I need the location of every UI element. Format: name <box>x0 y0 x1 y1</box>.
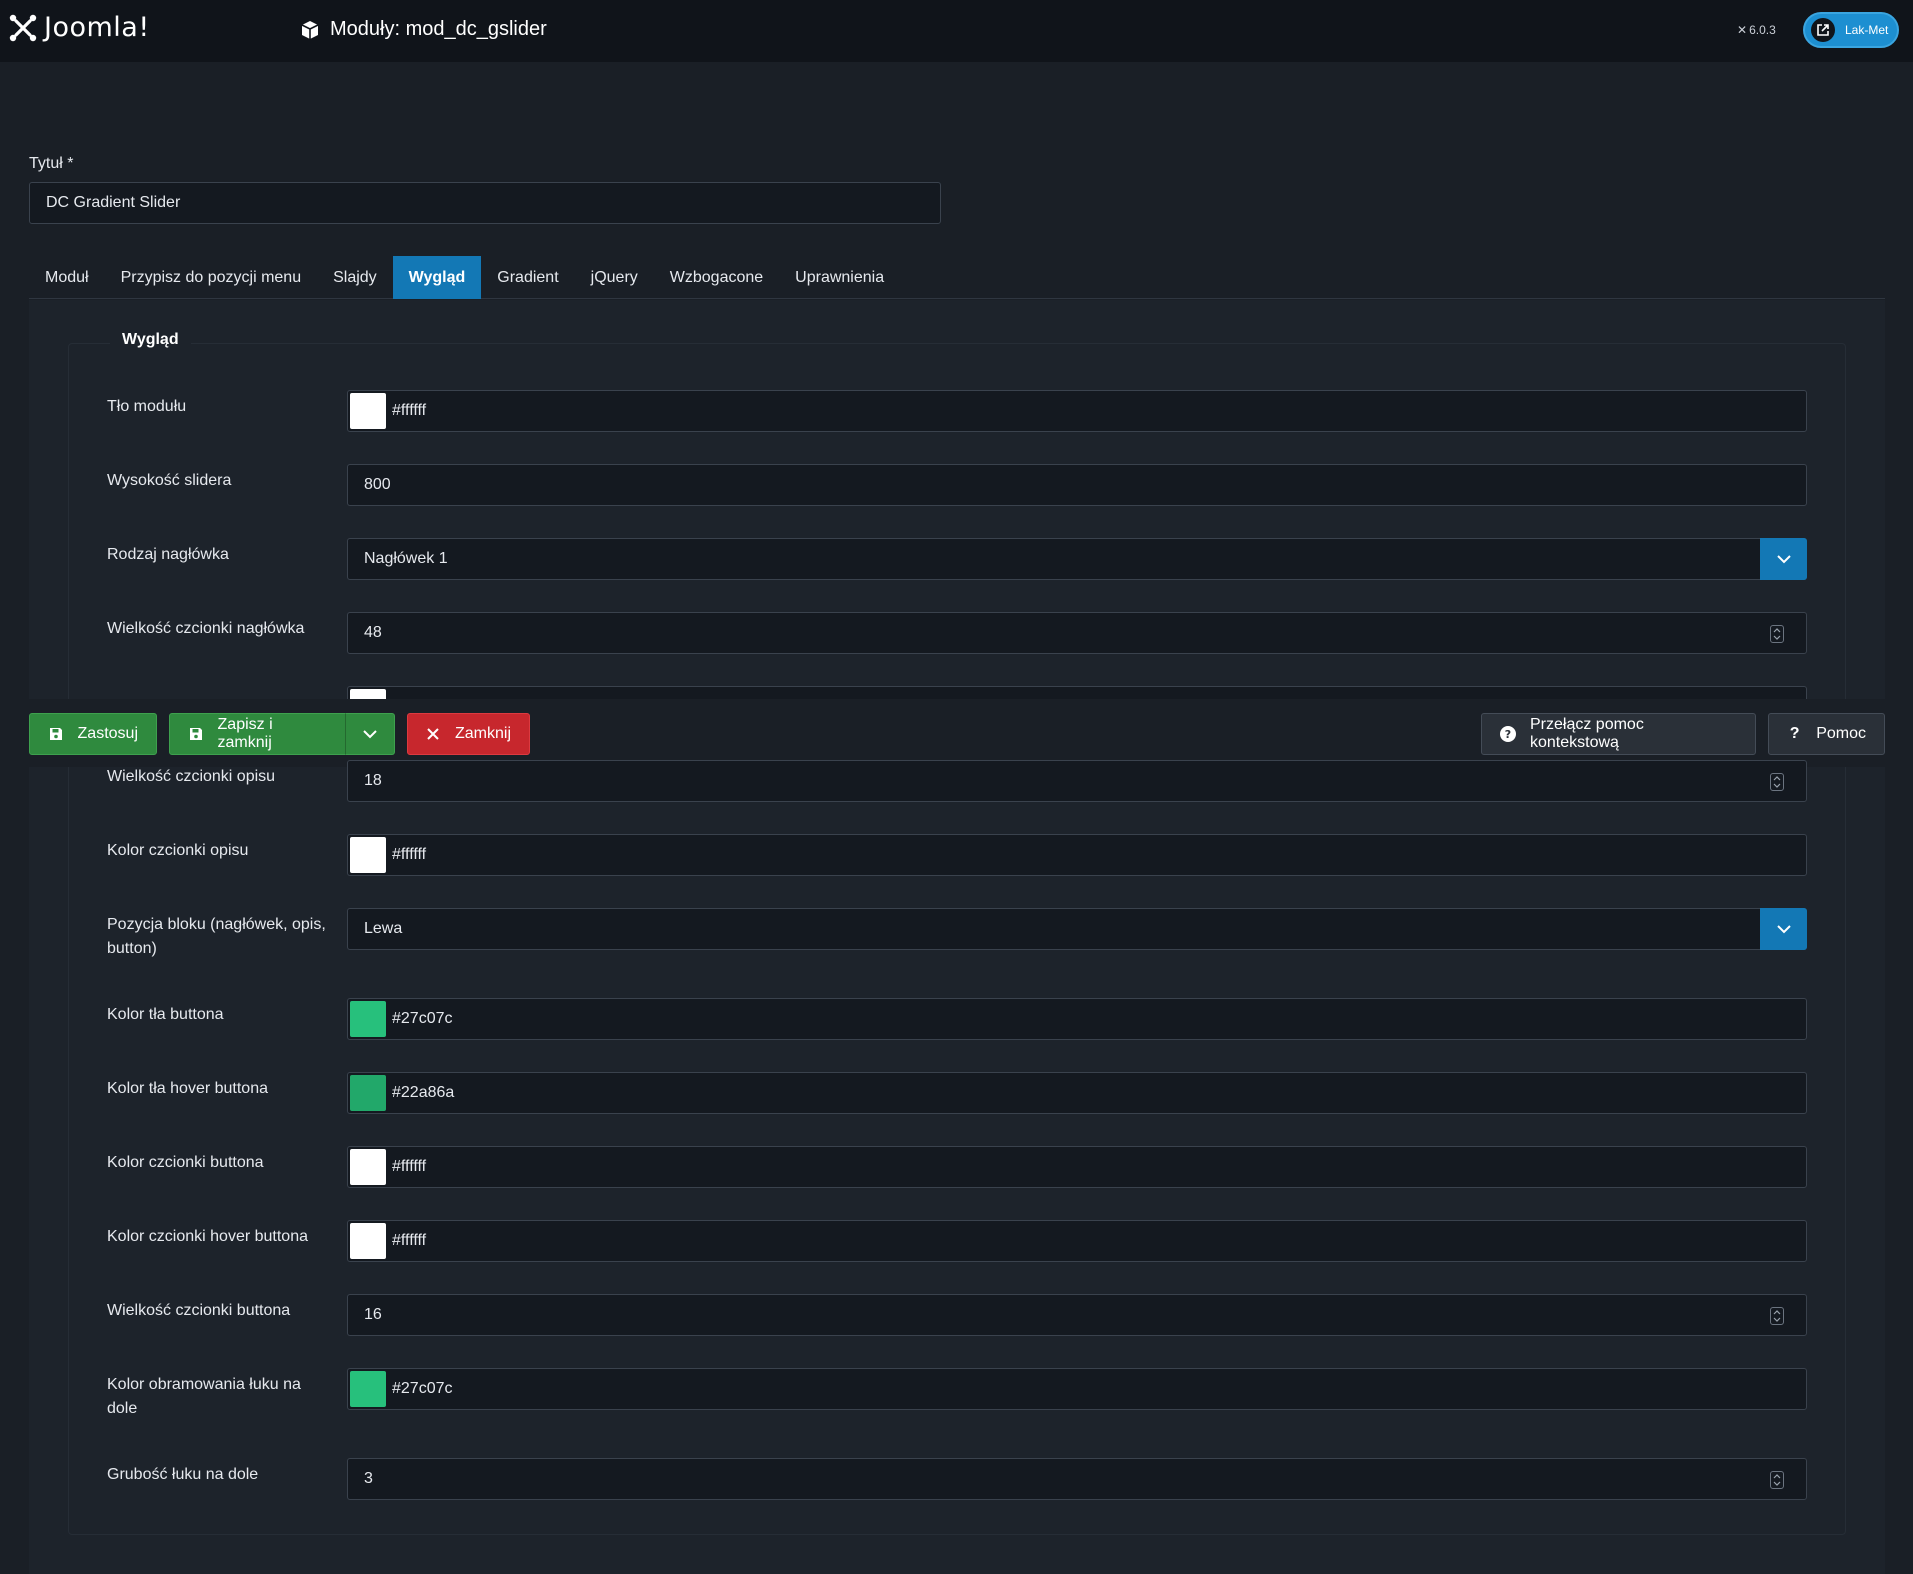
bottom-arc-thickness-input[interactable]: 3 <box>347 1458 1807 1500</box>
button-hover-font-color-field[interactable]: #ffffff <box>347 1220 1807 1262</box>
chevron-down-icon[interactable] <box>1760 908 1807 950</box>
button-background-color-field[interactable]: #27c07c <box>347 998 1807 1040</box>
color-swatch[interactable] <box>350 1075 386 1111</box>
number-spinner-icon[interactable] <box>1770 773 1784 791</box>
slider-height-input[interactable]: 800 <box>347 464 1807 506</box>
title-label: Tytuł * <box>29 155 74 172</box>
close-icon <box>426 726 441 742</box>
color-swatch[interactable] <box>350 1001 386 1037</box>
tab-appearance[interactable]: Wygląd <box>392 256 482 299</box>
tab-module[interactable]: Moduł <box>29 256 105 299</box>
view-site-button[interactable]: Lak-Met <box>1803 12 1899 48</box>
description-font-color-field[interactable]: #ffffff <box>347 834 1807 876</box>
field-label: Grubość łuku na dole <box>107 1466 259 1483</box>
chevron-down-icon <box>363 730 377 739</box>
tab-gradient[interactable]: Gradient <box>481 256 574 299</box>
chevron-down-icon[interactable] <box>1760 538 1807 580</box>
apply-button[interactable]: Zastosuj <box>29 713 157 755</box>
save-and-close-button[interactable]: Zapisz i zamknij <box>169 713 347 755</box>
tab-bar: Moduł Przypisz do pozycji menu Slajdy Wy… <box>29 256 1885 299</box>
number-spinner-icon[interactable] <box>1770 1471 1784 1489</box>
top-header: Joomla! Moduły: mod_dc_gslider ✕ 6.0.3 L… <box>0 0 1913 62</box>
field-label: Wysokość slidera <box>107 472 232 489</box>
site-name: Lak-Met <box>1845 23 1889 37</box>
field-label: Kolor tła buttona <box>107 1006 224 1023</box>
field-label: Kolor czcionki buttona <box>107 1154 264 1171</box>
save-icon <box>188 726 204 742</box>
number-spinner-icon[interactable] <box>1770 1307 1784 1325</box>
field-label: Kolor tła hover buttona <box>107 1080 268 1097</box>
tab-enhanced[interactable]: Wzbogacone <box>654 256 779 299</box>
toggle-contextual-help-button[interactable]: ? Przełącz pomoc kontekstową <box>1481 713 1756 755</box>
field-label: Wielkość czcionki buttona <box>107 1302 291 1319</box>
color-swatch[interactable] <box>350 1149 386 1185</box>
save-options-dropdown[interactable] <box>345 713 395 755</box>
field-label: Tło modułu <box>107 398 187 415</box>
button-font-color-field[interactable]: #ffffff <box>347 1146 1807 1188</box>
number-spinner-icon[interactable] <box>1770 625 1784 643</box>
button-hover-background-color-field[interactable]: #22a86a <box>347 1072 1807 1114</box>
joomla-mini-icon: ✕ <box>1737 23 1748 37</box>
description-font-size-input[interactable]: 18 <box>347 760 1807 802</box>
module-background-color-field[interactable]: #ffffff <box>347 390 1807 432</box>
page-title: Moduły: mod_dc_gslider <box>300 18 547 41</box>
field-label: Rodzaj nagłówka <box>107 546 229 563</box>
page-title-text: Moduły: mod_dc_gslider <box>330 18 547 40</box>
fieldset-legend: Wygląd <box>110 331 191 349</box>
field-label: Wielkość czcionki nagłówka <box>107 620 305 637</box>
heading-font-size-input[interactable]: 48 <box>347 612 1807 654</box>
cube-icon <box>301 20 319 39</box>
heading-type-select[interactable]: Nagłówek 1 <box>347 538 1807 580</box>
question-circle-icon: ? <box>1500 726 1516 742</box>
brand-name: Joomla! <box>44 12 150 43</box>
tab-jquery[interactable]: jQuery <box>575 256 654 299</box>
help-button[interactable]: ? Pomoc <box>1768 713 1885 755</box>
color-swatch[interactable] <box>350 837 386 873</box>
joomla-logo-icon <box>9 14 37 41</box>
version-label: ✕ 6.0.3 <box>1737 23 1776 37</box>
field-label: Kolor czcionki opisu <box>107 842 249 859</box>
tab-permissions[interactable]: Uprawnienia <box>779 256 900 299</box>
field-label: Kolor obramowania łuku na dole <box>107 1376 301 1417</box>
color-swatch[interactable] <box>350 393 386 429</box>
svg-text:?: ? <box>1505 728 1511 741</box>
tab-menu-assignment[interactable]: Przypisz do pozycji menu <box>105 256 318 299</box>
field-label: Pozycja bloku (nagłówek, opis, button) <box>107 916 326 957</box>
field-label: Wielkość czcionki opisu <box>107 768 276 785</box>
tab-slides[interactable]: Slajdy <box>317 256 393 299</box>
joomla-logo[interactable]: Joomla! <box>8 12 150 43</box>
button-font-size-input[interactable]: 16 <box>347 1294 1807 1336</box>
bottom-arc-border-color-field[interactable]: #27c07c <box>347 1368 1807 1410</box>
color-swatch[interactable] <box>350 1371 386 1407</box>
color-swatch[interactable] <box>350 1223 386 1259</box>
block-position-select[interactable]: Lewa <box>347 908 1807 950</box>
field-label: Kolor czcionki hover buttona <box>107 1228 308 1245</box>
external-link-icon <box>1811 18 1835 42</box>
save-icon <box>48 726 64 742</box>
title-input[interactable]: DC Gradient Slider <box>29 182 941 224</box>
question-icon: ? <box>1789 725 1800 742</box>
close-button[interactable]: Zamknij <box>407 713 530 755</box>
